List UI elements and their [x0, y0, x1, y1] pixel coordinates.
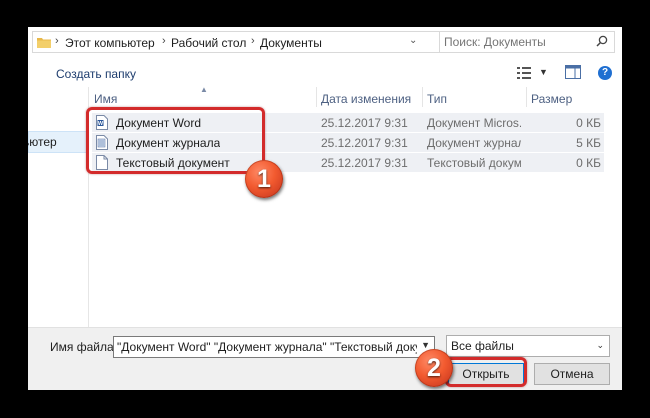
open-file-dialog: › Этот компьютер › Рабочий стол › Докуме… [28, 27, 622, 390]
breadcrumb-separator-icon: › [55, 35, 59, 47]
filename-input[interactable] [117, 339, 417, 355]
step-badge-2: 2 [415, 349, 453, 387]
file-size: 0 КБ [576, 116, 601, 130]
file-type: Документ Micros... [427, 116, 521, 130]
dialog-footer: Имя файла: ▼ Все файлы ⌄ Открыть Отмена [28, 327, 622, 390]
filetype-value: Все файлы [451, 339, 514, 353]
search-icon[interactable] [596, 35, 608, 47]
filename-label: Имя файла: [50, 340, 117, 354]
search-input[interactable] [444, 34, 594, 50]
step-badge-1: 1 [245, 160, 283, 198]
preview-pane-icon[interactable] [565, 65, 581, 79]
open-button-highlight [445, 357, 527, 387]
file-type: Документ журнала [427, 136, 521, 150]
file-type: Текстовый докум... [427, 156, 521, 170]
view-dropdown-icon[interactable]: ▼ [539, 67, 548, 77]
file-date: 25.12.2017 9:31 [321, 116, 408, 130]
column-header-date[interactable]: Дата изменения [321, 92, 411, 106]
toolbar: Создать папку ▼ ? [28, 59, 622, 87]
column-header-type[interactable]: Тип [427, 92, 447, 106]
file-date: 25.12.2017 9:31 [321, 136, 408, 150]
column-divider [526, 87, 527, 107]
address-dropdown-icon[interactable]: ⌄ [409, 35, 417, 46]
filename-combobox[interactable]: ▼ [113, 336, 435, 358]
address-row: › Этот компьютер › Рабочий стол › Докуме… [28, 27, 622, 59]
breadcrumb-desktop[interactable]: Рабочий стол [171, 36, 246, 50]
new-folder-button[interactable]: Создать папку [56, 67, 136, 81]
search-box[interactable] [439, 31, 615, 53]
breadcrumb-separator-icon: › [162, 35, 166, 47]
filename-dropdown-icon[interactable]: ▼ [421, 340, 430, 350]
nav-item-label: ьютер [28, 135, 57, 149]
file-date: 25.12.2017 9:31 [321, 156, 408, 170]
column-header-name[interactable]: Имя [94, 92, 117, 106]
selection-highlight [86, 107, 265, 174]
view-options-icon[interactable] [517, 67, 531, 79]
file-size: 0 КБ [576, 156, 601, 170]
cancel-button[interactable]: Отмена [534, 363, 610, 385]
column-divider [422, 87, 423, 107]
nav-item-this-pc[interactable]: ьютер [28, 131, 88, 153]
filetype-select[interactable]: Все файлы ⌄ [446, 335, 610, 357]
folder-icon [37, 38, 51, 48]
address-bar[interactable]: › Этот компьютер › Рабочий стол › Докуме… [32, 31, 459, 53]
filetype-dropdown-icon[interactable]: ⌄ [596, 340, 604, 351]
file-size: 5 КБ [576, 136, 601, 150]
breadcrumb-this-pc[interactable]: Этот компьютер [65, 36, 155, 50]
column-divider [316, 87, 317, 107]
column-header-size[interactable]: Размер [531, 92, 572, 106]
sort-ascending-icon: ▲ [200, 85, 208, 94]
navigation-pane: ьютер [28, 87, 89, 327]
breadcrumb-separator-icon: › [251, 35, 255, 47]
breadcrumb-documents[interactable]: Документы [260, 36, 322, 50]
help-icon[interactable]: ? [598, 66, 612, 80]
